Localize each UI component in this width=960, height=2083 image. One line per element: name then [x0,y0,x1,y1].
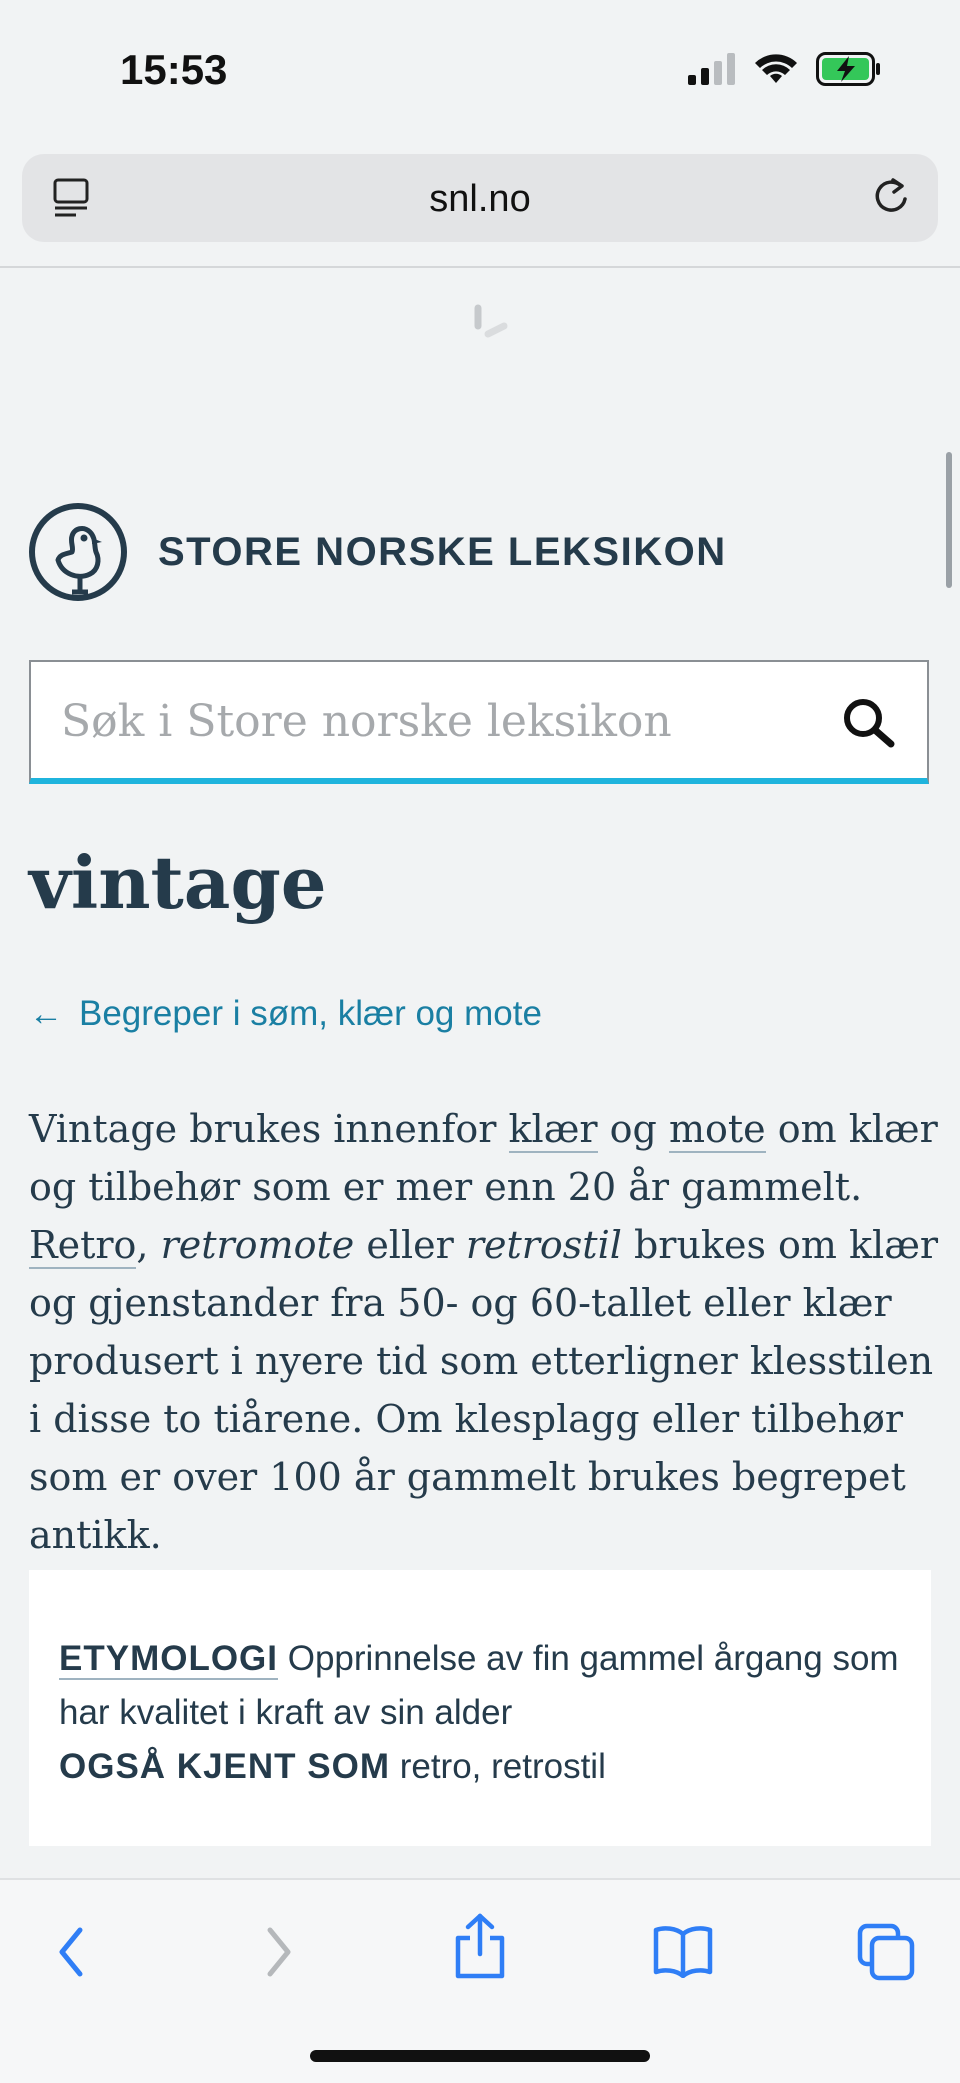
body-text: og [597,1107,669,1151]
link-retro[interactable]: Retro [29,1223,137,1269]
home-indicator [310,2050,650,2062]
status-time: 15:53 [120,46,228,93]
address-bar[interactable]: snl.no [22,154,938,242]
loading-spinner-icon [474,304,508,338]
wifi-icon [755,54,797,83]
cellular-signal-icon [688,53,735,85]
forward-icon[interactable] [258,1922,298,1982]
url-text[interactable]: snl.no [22,178,938,221]
browser-divider [0,266,960,268]
scroll-indicator[interactable] [946,452,952,588]
snl-bird-logo-icon[interactable] [28,502,128,602]
link-mote[interactable]: mote [668,1107,766,1153]
search-box[interactable] [29,660,929,784]
back-icon[interactable] [52,1922,92,1982]
also-known-as-value: retro, retrostil [389,1747,606,1786]
search-input[interactable] [59,690,843,752]
also-known-as-label: OGSÅ KJENT SOM [59,1747,390,1786]
battery-charging-icon [816,52,880,86]
status-bar: 15:53 [0,0,960,140]
back-arrow-icon[interactable]: ← [29,995,63,1034]
body-text: Vintage brukes innenfor [29,1107,509,1151]
body-text: brukes om klær og gjenstander fra 50- og… [29,1223,939,1557]
article-body: Vintage brukes innenfor klær og mote om … [29,1100,939,1564]
share-icon[interactable] [450,1912,510,1982]
breadcrumb[interactable]: ← Begreper i søm, klær og mote [29,994,542,1034]
page-title: vintage [29,840,327,925]
tabs-icon[interactable] [856,1922,916,1982]
breadcrumb-link[interactable]: Begreper i søm, klær og mote [79,994,542,1034]
search-icon[interactable] [839,694,897,752]
term-retromote: retromote [160,1223,355,1267]
also-known-as-row: OGSÅ KJENT SOM retro, retrostil [59,1740,919,1794]
site-header[interactable]: STORE NORSKE LEKSIKON [28,502,727,602]
body-text: eller [354,1223,466,1267]
term-retrostil: retrostil [465,1223,622,1267]
site-name[interactable]: STORE NORSKE LEKSIKON [158,530,727,575]
status-icons [688,52,882,86]
reload-icon[interactable] [868,174,914,220]
bookmarks-icon[interactable] [652,1922,714,1978]
etymology-label[interactable]: ETYMOLOGI [59,1639,278,1680]
link-klaer[interactable]: klær [508,1107,598,1153]
fact-box: ETYMOLOGI Opprinnelse av fin gammel årga… [29,1570,931,1846]
etymology-row: ETYMOLOGI Opprinnelse av fin gammel årga… [59,1632,919,1740]
body-text: , [136,1223,161,1267]
